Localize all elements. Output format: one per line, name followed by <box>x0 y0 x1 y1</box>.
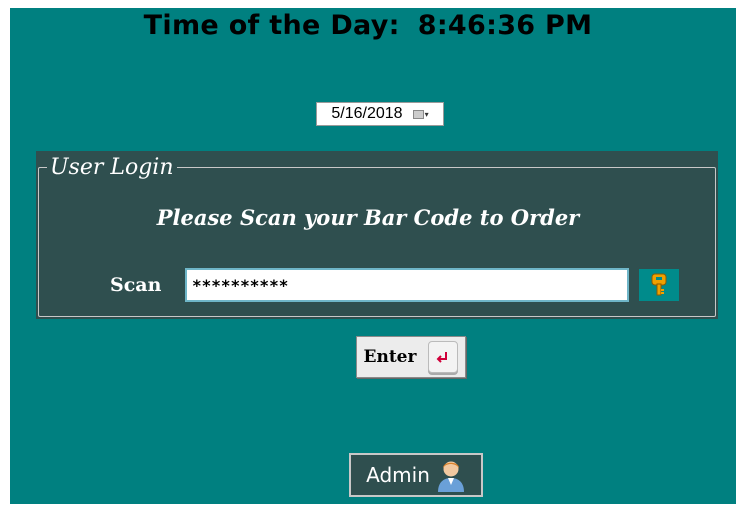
scan-input[interactable] <box>185 268 629 302</box>
date-value: 5/16/2018 <box>331 105 403 122</box>
enter-label: Enter <box>363 347 417 367</box>
admin-label: Admin <box>366 463 430 487</box>
enter-key-icon <box>428 341 459 373</box>
scan-instruction: Please Scan your Bar Code to Order <box>156 205 580 230</box>
calendar-icon[interactable] <box>412 109 424 119</box>
enter-button[interactable]: Enter <box>356 336 466 378</box>
user-login-legend: User Login <box>50 155 174 180</box>
clock-time: 8:46:36 PM <box>417 10 593 41</box>
scan-label: Scan <box>110 274 162 296</box>
key-button[interactable] <box>639 269 679 301</box>
key-icon <box>651 273 667 296</box>
clock-display: Time of the Day: 8:46:36 PM <box>0 10 736 41</box>
date-picker[interactable]: 5/16/2018 ▾ <box>316 102 444 126</box>
user-icon <box>437 461 464 492</box>
clock-label: Time of the Day: <box>143 10 400 41</box>
dropdown-arrow-icon[interactable]: ▾ <box>425 110 429 119</box>
admin-button[interactable]: Admin <box>349 453 483 497</box>
